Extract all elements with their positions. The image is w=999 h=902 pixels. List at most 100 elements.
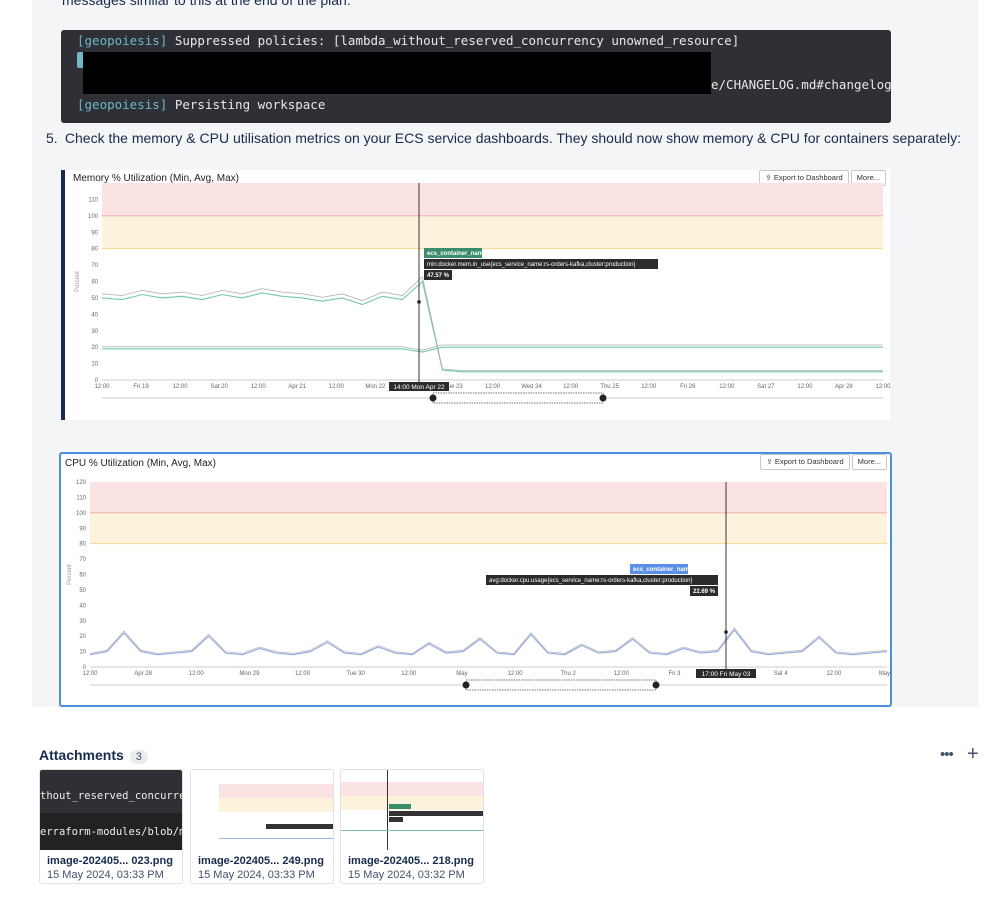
attachment-date: 15 May 2024, 03:33 PM	[198, 869, 315, 881]
y-tick-label: 120	[76, 480, 87, 486]
y-tick-label: 80	[91, 247, 98, 253]
y-tick-label: 100	[88, 214, 99, 220]
threshold-band	[102, 183, 883, 216]
x-tick-label: Fri 26	[680, 384, 696, 390]
x-tick-label: 12:00	[797, 384, 813, 390]
y-axis-label: Percent	[67, 564, 73, 585]
intro-text: messages similar to this at the end of t…	[62, 0, 351, 8]
attachment-date: 15 May 2024, 03:32 PM	[348, 869, 465, 881]
cursor-point	[417, 300, 421, 304]
attachment-name: image-202405... 218.png	[348, 855, 474, 867]
thumb-text: thout_reserved_concurren	[40, 790, 182, 802]
attachment-thumbnail	[191, 770, 333, 850]
svg-text:14:00 Mon Apr 22: 14:00 Mon Apr 22	[393, 384, 445, 391]
y-tick-label: 90	[91, 230, 98, 236]
y-tick-label: 40	[91, 312, 98, 318]
series-line	[101, 275, 883, 372]
attachment-name: image-202405... 249.png	[198, 855, 324, 867]
x-tick-label: Wed 24	[521, 384, 542, 390]
code-tag: [geopoiesis]	[77, 33, 168, 48]
y-tick-label: 60	[91, 280, 98, 286]
navigator-handle	[599, 394, 607, 402]
tooltip: ecs_container_name:kafka avg:docker.cpu.u…	[486, 564, 718, 596]
x-tick-label: 12:00	[641, 384, 657, 390]
memory-chart[interactable]: Memory % Utilization (Min, Avg, Max) ⇪ E…	[61, 170, 890, 420]
series-line	[102, 346, 883, 353]
x-tick-label: 12:00	[251, 384, 267, 390]
x-tick-label: 12:00	[508, 671, 524, 677]
step-number: 5.	[46, 130, 58, 146]
threshold-band	[90, 482, 887, 513]
x-tick-label: Mon 29	[239, 671, 260, 677]
attachment-name: image-202405... 023.png	[47, 855, 173, 867]
navigator-window	[432, 392, 604, 404]
tooltip-reading: 47.57 %	[427, 273, 450, 279]
attachments-title: Attachments	[39, 747, 124, 763]
x-tick-label: 12:00	[719, 384, 735, 390]
y-tick-label: 80	[79, 542, 86, 548]
navigator-handle	[429, 394, 437, 402]
plus-icon[interactable]: +	[967, 743, 979, 766]
code-line-3: [geopoiesis] Persisting workspace	[77, 97, 325, 112]
more-icon[interactable]: •••	[940, 746, 954, 763]
x-tick-label: 12:00	[485, 384, 501, 390]
x-tick-label: Fri 19	[133, 384, 149, 390]
threshold-band	[90, 512, 887, 544]
cpu-chart-plot: 0102030405060708090100110120Percent12:00…	[67, 480, 890, 691]
y-tick-label: 20	[79, 634, 86, 640]
x-tick-label: Apr 28	[835, 384, 853, 390]
x-tick-label: Apr 28	[134, 671, 152, 677]
x-tick-label: Tue 30	[346, 671, 365, 677]
attachment-card[interactable]: image-202405... 249.png 15 May 2024, 03:…	[190, 769, 334, 884]
x-tick-label: Apr 21	[288, 384, 306, 390]
cursor-label: 14:00 Mon Apr 22	[389, 382, 449, 391]
x-tick-label: 12:00	[875, 384, 890, 390]
x-tick-label: 12:00	[173, 384, 189, 390]
x-tick-label: 12:00	[401, 671, 417, 677]
attachments-count: 3	[129, 750, 148, 764]
x-tick-label: 12:00	[94, 384, 110, 390]
navigator-handle	[462, 681, 470, 689]
x-tick-label: Thu 2	[561, 671, 577, 677]
x-tick-label: May 5	[879, 671, 890, 677]
y-tick-label: 90	[79, 526, 86, 532]
attachment-card[interactable]: image-202405... 218.png 15 May 2024, 03:…	[340, 769, 484, 884]
y-tick-label: 50	[91, 296, 98, 302]
code-line-2-tail: e/CHANGELOG.md#changelog	[711, 77, 892, 92]
cpu-chart[interactable]: CPU % Utilization (Min, Avg, Max) ⇪ Expo…	[59, 452, 892, 707]
tooltip-metric: min:docker.mem.in_use{ecs_service_name:r…	[427, 262, 635, 268]
y-tick-label: 70	[91, 263, 98, 269]
y-tick-label: 20	[91, 345, 98, 351]
navigator-handle	[652, 681, 660, 689]
attachment-card[interactable]: thout_reserved_concurren erraform-module…	[39, 769, 183, 884]
y-tick-label: 100	[76, 511, 87, 517]
attachment-thumbnail	[341, 770, 483, 850]
cursor-point	[724, 630, 728, 634]
x-tick-label: Sat 20	[210, 384, 228, 390]
y-tick-label: 30	[79, 619, 86, 625]
series-line	[89, 627, 888, 654]
code-line-1: [geopoiesis] Suppressed policies: [lambd…	[77, 33, 739, 48]
cursor-label: 17:00 Fri May 03	[696, 669, 756, 678]
code-text: Persisting workspace	[167, 97, 326, 112]
y-tick-label: 10	[79, 650, 86, 656]
y-tick-label: 50	[79, 588, 86, 594]
x-tick-label: 12:00	[329, 384, 345, 390]
threshold-band	[102, 215, 883, 249]
x-tick-label: 12:00	[295, 671, 311, 677]
attachment-thumbnail: thout_reserved_concurren erraform-module…	[40, 770, 182, 850]
thumb-text: erraform-modules/blob/ma	[40, 826, 182, 838]
x-tick-label: 12:00	[82, 671, 98, 677]
tooltip-metric: avg:docker.cpu.usage{ecs_service_name:rs…	[489, 578, 692, 584]
code-text: Suppressed policies: [lambda_without_res…	[167, 33, 740, 48]
step-text: Check the memory & CPU utilisation metri…	[64, 130, 961, 146]
x-tick-label: Sat 4	[774, 671, 789, 677]
y-tick-label: 110	[76, 495, 86, 501]
tooltip-reading: 22.69 %	[693, 589, 716, 595]
x-tick-label: May	[456, 671, 467, 677]
series-line	[101, 280, 883, 373]
attachment-date: 15 May 2024, 03:33 PM	[47, 869, 164, 881]
x-tick-label: 12:00	[826, 671, 842, 677]
x-tick-label: 12:00	[563, 384, 579, 390]
memory-chart-plot: 0102030405060708090100110Percent12:00 Fri…	[75, 183, 890, 404]
